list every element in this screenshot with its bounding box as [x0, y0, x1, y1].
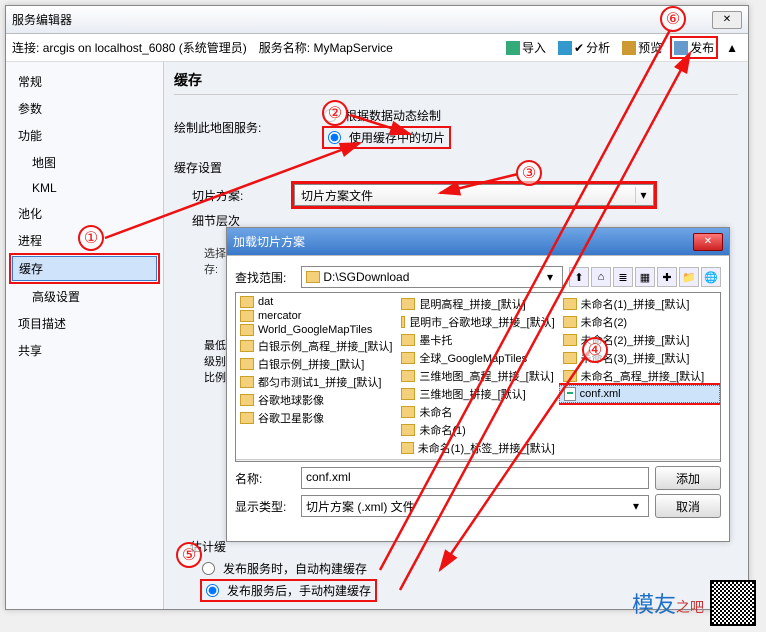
connection-label: 连接: arcgis on localhost_6080 (系统管理员) [12, 39, 247, 56]
list-item[interactable]: 昆明高程_拼接_[默认] [397, 295, 558, 313]
build-options: 发布服务时，自动构建缓存 发布服务后，手动构建缓存 [202, 558, 375, 602]
sidebar-item-pooling[interactable]: 池化 [6, 200, 163, 227]
tile-scheme-label: 切片方案: [174, 187, 294, 204]
home-icon[interactable]: ⌂ [591, 267, 611, 287]
sidebar-item-share[interactable]: 共享 [6, 337, 163, 364]
list-item[interactable]: 未命名(1)_标签_拼接_[默认] [397, 439, 558, 457]
radio-dynamic[interactable]: 根据数据动态绘制 [324, 105, 449, 126]
filename-input[interactable]: conf.xml [301, 467, 649, 489]
list-item[interactable]: 三维地图_高程_拼接_[默认] [397, 367, 558, 385]
dialog-title: 加载切片方案 [233, 233, 689, 250]
preview-button[interactable]: 预览 [618, 37, 666, 58]
select-save-label: 选择 存: [204, 248, 226, 276]
list-item[interactable]: 白银示例_拼接_[默认] [236, 355, 397, 373]
sidebar-item-params[interactable]: 参数 [6, 95, 163, 122]
chevron-down-icon[interactable]: ▾ [542, 270, 558, 284]
file-conf-xml[interactable]: conf.xml [559, 385, 720, 403]
filetype-combo[interactable]: 切片方案 (.xml) 文件 ▾ [301, 495, 649, 517]
tile-scheme-combo[interactable]: 切片方案文件 ▾ [294, 184, 654, 206]
list-item[interactable]: 全球_GoogleMapTiles [397, 349, 558, 367]
folder-icon [306, 271, 320, 283]
chevron-down-icon[interactable]: ▾ [628, 499, 644, 513]
chevron-down-icon[interactable]: ▾ [635, 187, 651, 203]
list-item[interactable]: 谷歌卫星影像 [236, 409, 397, 427]
list-item[interactable]: 墨卡托 [397, 331, 558, 349]
analyze-button[interactable]: ✔分析 [554, 37, 614, 58]
close-button[interactable]: ✕ [712, 11, 742, 29]
list-item[interactable]: 三维地图_拼接_[默认] [397, 385, 558, 403]
toolbar: 导入 ✔分析 预览 发布 ▲ [502, 36, 742, 59]
list-item[interactable]: mercator [236, 309, 397, 323]
list-item[interactable]: 白银示例_高程_拼接_[默认] [236, 337, 397, 355]
tile-scheme-value: 切片方案文件 [301, 187, 373, 204]
details-icon[interactable]: ▦ [635, 267, 655, 287]
sidebar-item-map[interactable]: 地图 [6, 149, 163, 176]
file-col-1: dat mercator World_GoogleMapTiles 白银示例_高… [236, 293, 397, 459]
list-item[interactable]: World_GoogleMapTiles [236, 323, 397, 337]
watermark-text: 模友之吧 [632, 587, 704, 619]
horizontal-scrollbar[interactable] [236, 459, 720, 462]
sidebar-item-advanced[interactable]: 高级设置 [6, 283, 163, 310]
dialog-close-button[interactable]: ✕ [693, 233, 723, 251]
draw-service-label: 绘制此地图服务: [174, 119, 324, 136]
list-item[interactable]: dat [236, 295, 397, 309]
sidebar-item-description[interactable]: 项目描述 [6, 310, 163, 337]
list-item[interactable]: 未命名(3)_拼接_[默认] [559, 349, 720, 367]
service-name-label: 服务名称: MyMapService [259, 39, 393, 56]
collapse-button[interactable]: ▲ [722, 39, 742, 57]
list-item[interactable]: 未命名(2) [559, 313, 720, 331]
load-tile-scheme-dialog: 加载切片方案 ✕ 查找范围: D:\SGDownload ▾ ⬆ ⌂ ≣ ▦ ✚… [226, 227, 730, 542]
xml-file-icon [564, 387, 576, 401]
look-in-value: D:\SGDownload [323, 270, 409, 284]
publish-button[interactable]: 发布 [670, 36, 718, 59]
list-item[interactable]: 未命名(1)_拼接_[默认] [559, 295, 720, 313]
radio-tiles[interactable]: 使用缓存中的切片 [324, 128, 449, 147]
sidebar-item-general[interactable]: 常规 [6, 68, 163, 95]
filetype-value: 切片方案 (.xml) 文件 [306, 498, 415, 515]
list-item[interactable]: 未命名_高程_拼接_[默认] [559, 367, 720, 385]
dialog-titlebar: 加载切片方案 ✕ [227, 228, 729, 256]
sidebar-item-kml[interactable]: KML [6, 176, 163, 200]
list-item[interactable]: 昆明市_谷歌地球_拼接_[默认] [397, 313, 558, 331]
list-icon[interactable]: ≣ [613, 267, 633, 287]
cache-title: 缓存 [174, 70, 738, 90]
radio-manual-build[interactable]: 发布服务后，手动构建缓存 [202, 581, 375, 600]
file-list[interactable]: dat mercator World_GoogleMapTiles 白银示例_高… [235, 292, 721, 462]
add-button[interactable]: 添加 [655, 466, 721, 490]
list-item[interactable]: 都匀市测试1_拼接_[默认] [236, 373, 397, 391]
connect-folder-icon[interactable]: 📁 [679, 267, 699, 287]
filetype-label: 显示类型: [235, 498, 295, 515]
list-item[interactable]: 未命名(2)_拼接_[默认] [559, 331, 720, 349]
qr-code [710, 580, 756, 626]
up-folder-icon[interactable]: ⬆ [569, 267, 589, 287]
sidebar-item-process[interactable]: 进程 [6, 227, 163, 254]
sidebar: 常规 参数 功能 地图 KML 池化 进程 缓存 高级设置 项目描述 共享 [6, 62, 164, 609]
list-item[interactable]: 未命名(1) [397, 421, 558, 439]
list-item[interactable]: 未命名 [397, 403, 558, 421]
main-titlebar: 服务编辑器 ✕ [6, 6, 748, 34]
look-in-combo[interactable]: D:\SGDownload ▾ [301, 266, 563, 288]
file-col-2: 昆明高程_拼接_[默认] 昆明市_谷歌地球_拼接_[默认] 墨卡托 全球_Goo… [397, 293, 558, 459]
cancel-button[interactable]: 取消 [655, 494, 721, 518]
radio-auto-build[interactable]: 发布服务时，自动构建缓存 [202, 558, 375, 579]
file-col-3: 未命名(1)_拼接_[默认] 未命名(2) 未命名(2)_拼接_[默认] 未命名… [559, 293, 720, 459]
cache-settings-label: 缓存设置 [174, 159, 738, 176]
new-folder-icon[interactable]: ✚ [657, 267, 677, 287]
sidebar-item-cache[interactable]: 缓存 [12, 256, 157, 281]
import-button[interactable]: 导入 [502, 37, 550, 58]
nav-icons: ⬆ ⌂ ≣ ▦ ✚ 📁 🌐 [569, 267, 721, 287]
watermark: 模友之吧 [632, 580, 756, 626]
window-title: 服务编辑器 [12, 11, 708, 28]
look-in-label: 查找范围: [235, 269, 295, 286]
sidebar-item-capabilities[interactable]: 功能 [6, 122, 163, 149]
filename-label: 名称: [235, 470, 295, 487]
gis-server-icon[interactable]: 🌐 [701, 267, 721, 287]
list-item[interactable]: 谷歌地球影像 [236, 391, 397, 409]
estimate-cache-label: 估计缓 [190, 538, 226, 555]
connection-row: 连接: arcgis on localhost_6080 (系统管理员) 服务名… [6, 34, 748, 62]
